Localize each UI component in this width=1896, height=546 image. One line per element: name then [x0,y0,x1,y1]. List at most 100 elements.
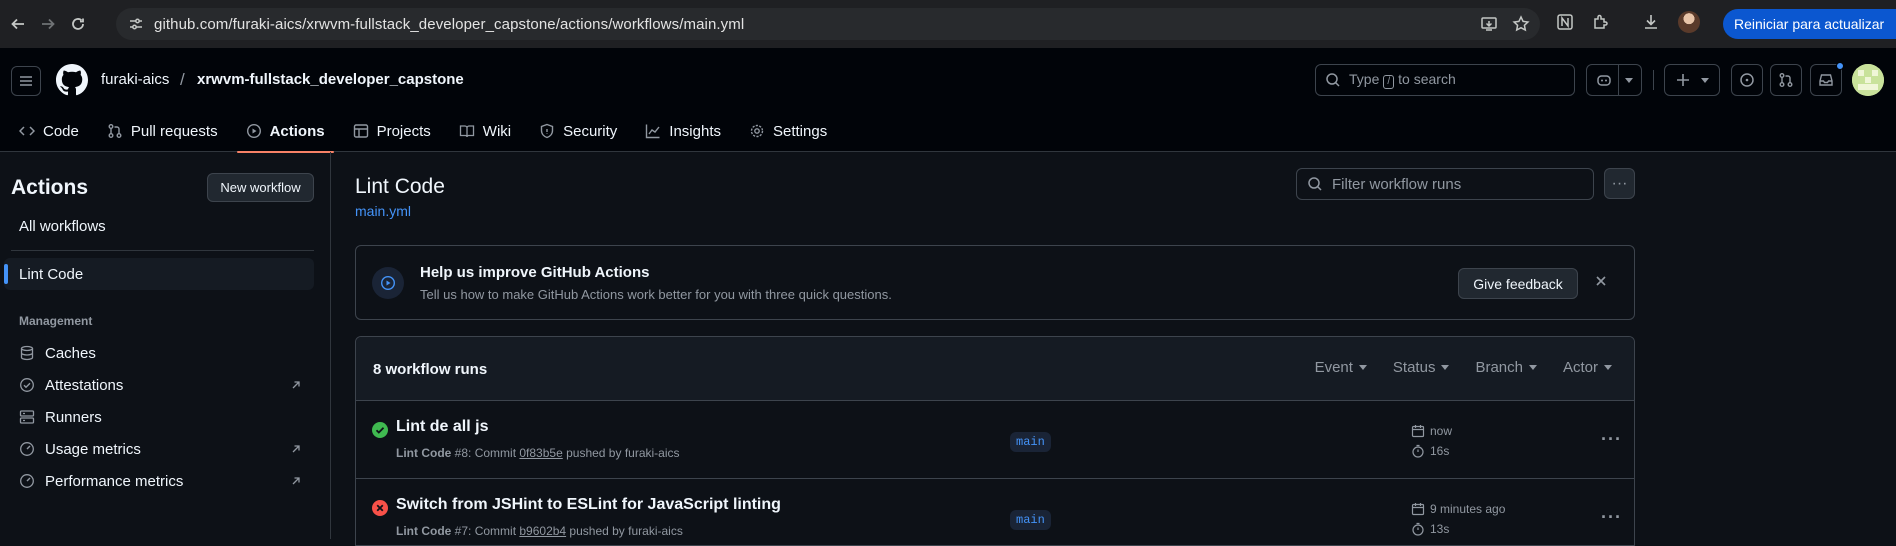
pull-requests-button[interactable] [1770,64,1802,96]
event-filter-dropdown[interactable]: Event [1315,359,1367,376]
sidebar-item-lint-code[interactable]: Lint Code [4,258,314,290]
create-new-button[interactable] [1664,64,1720,96]
actor-filter-dropdown[interactable]: Actor [1563,359,1612,376]
runs-header: 8 workflow runs Event Status Branch Acto… [356,337,1634,401]
tab-actions[interactable]: Actions [236,110,334,153]
sidebar-item-label: Performance metrics [45,472,184,490]
copilot-button[interactable] [1586,64,1642,96]
book-icon [459,123,475,139]
feedback-banner: Help us improve GitHub Actions Tell us h… [355,245,1635,320]
filter-label: Branch [1475,359,1523,376]
branch-filter-dropdown[interactable]: Branch [1475,359,1537,376]
banner-subtitle: Tell us how to make GitHub Actions work … [420,287,892,302]
notion-extension-icon[interactable] [1556,13,1574,31]
notification-dot [1836,62,1844,70]
sidebar-item-performance-metrics[interactable]: Performance metrics [4,465,314,497]
commit-sha-link[interactable]: b9602b4 [519,524,566,538]
meter-icon [19,441,35,457]
actions-sidebar: Actions New workflow All workflows Lint … [0,152,331,539]
pusher-link[interactable]: furaki-aics [625,446,680,460]
install-icon[interactable] [1480,15,1498,33]
tab-security[interactable]: Security [530,110,626,152]
workflow-file-link[interactable]: main.yml [355,203,411,219]
extensions-icon[interactable] [1592,13,1610,31]
calendar-icon [1411,502,1425,516]
repo-name-link[interactable]: xrwvm-fullstack_developer_capstone [197,71,464,88]
workflow-run-row[interactable]: Lint de all js Lint Code #8: Commit 0f83… [356,401,1634,479]
forward-icon[interactable] [35,11,61,37]
sidebar-divider [11,250,314,251]
sidebar-item-attestations[interactable]: Attestations [4,369,314,401]
verified-icon [19,377,35,393]
kebab-horizontal-icon[interactable]: ··· [1601,429,1622,450]
restart-to-update-button[interactable]: Reiniciar para actualizar ⋮ [1723,9,1896,39]
downloads-icon[interactable] [1642,13,1660,31]
run-timing: 9 minutes ago 13s [1411,499,1505,539]
tab-wiki[interactable]: Wiki [450,110,520,152]
more-options-button[interactable]: ··· [1604,168,1635,199]
workflow-run-row[interactable]: Switch from JSHint to ESLint for JavaScr… [356,479,1634,545]
run-timing: now 16s [1411,421,1452,461]
sidebar-item-label: Attestations [45,376,124,394]
tab-code[interactable]: Code [10,110,88,152]
profile-avatar[interactable] [1678,11,1700,33]
url-text[interactable]: github.com/furaki-aics/xrwvm-fullstack_d… [154,16,744,33]
sidebar-item-label: Caches [45,344,96,362]
runs-count: 8 workflow runs [373,361,488,378]
bookmark-star-icon[interactable] [1512,15,1530,33]
run-workflow-name: Lint Code [396,524,452,538]
close-icon[interactable] [1594,274,1608,288]
path-separator: / [180,70,185,89]
sidebar-item-all-workflows[interactable]: All workflows [4,210,314,242]
global-search-input[interactable]: Type / to search [1315,64,1575,96]
user-avatar[interactable] [1852,64,1884,96]
site-settings-icon[interactable] [128,16,144,32]
tab-insights[interactable]: Insights [636,110,730,152]
tab-label: Actions [269,122,325,140]
new-workflow-button[interactable]: New workflow [207,173,314,202]
tab-projects[interactable]: Projects [344,110,440,152]
tab-settings[interactable]: Settings [740,110,836,152]
sidebar-item-runners[interactable]: Runners [4,401,314,433]
repo-owner-link[interactable]: furaki-aics [101,71,169,88]
shield-icon [539,123,555,139]
repo-nav: Code Pull requests Actions Projects Wiki… [0,110,836,153]
issues-button[interactable] [1731,64,1763,96]
filter-label: Event [1314,359,1353,376]
branch-tag[interactable]: main [1010,510,1051,530]
commit-sha-link[interactable]: 0f83b5e [519,446,562,460]
pull-request-icon [1778,72,1794,88]
run-duration: 16s [1430,444,1450,458]
stopwatch-icon [1411,522,1425,536]
sidebar-item-usage-metrics[interactable]: Usage metrics [4,433,314,465]
give-feedback-button[interactable]: Give feedback [1458,268,1578,299]
run-meta: Lint Code #8: Commit 0f83b5e pushed by f… [396,446,680,460]
meter-icon [19,473,35,489]
filter-workflow-runs-input[interactable]: Filter workflow runs [1296,168,1594,200]
back-icon[interactable] [5,11,31,37]
tab-label: Settings [773,122,828,140]
github-logo-icon[interactable] [56,64,88,96]
pusher-link[interactable]: furaki-aics [628,524,683,538]
sidebar-item-caches[interactable]: Caches [4,337,314,369]
issue-opened-icon [1739,72,1755,88]
tab-pull-requests[interactable]: Pull requests [98,110,227,152]
copilot-icon [1596,72,1612,88]
table-icon [353,123,369,139]
external-link-icon [290,443,302,455]
filter-label: Actor [1562,359,1598,376]
chevron-down-icon [1624,77,1633,83]
address-bar[interactable]: github.com/furaki-aics/xrwvm-fullstack_d… [116,8,1540,40]
filter-label: Status [1392,359,1436,376]
github-header: furaki-aics / xrwvm-fullstack_developer_… [0,48,1896,153]
branch-tag[interactable]: main [1010,432,1051,452]
reload-icon[interactable] [65,11,91,37]
status-filter-dropdown[interactable]: Status [1393,359,1450,376]
kebab-horizontal-icon[interactable]: ··· [1601,507,1622,528]
inbox-button[interactable] [1810,62,1844,96]
run-title-link[interactable]: Lint de all js [396,418,488,436]
hamburger-menu-icon[interactable] [11,66,41,96]
search-icon [1307,176,1323,192]
tab-label: Code [43,122,79,140]
run-title-link[interactable]: Switch from JSHint to ESLint for JavaScr… [396,496,781,514]
